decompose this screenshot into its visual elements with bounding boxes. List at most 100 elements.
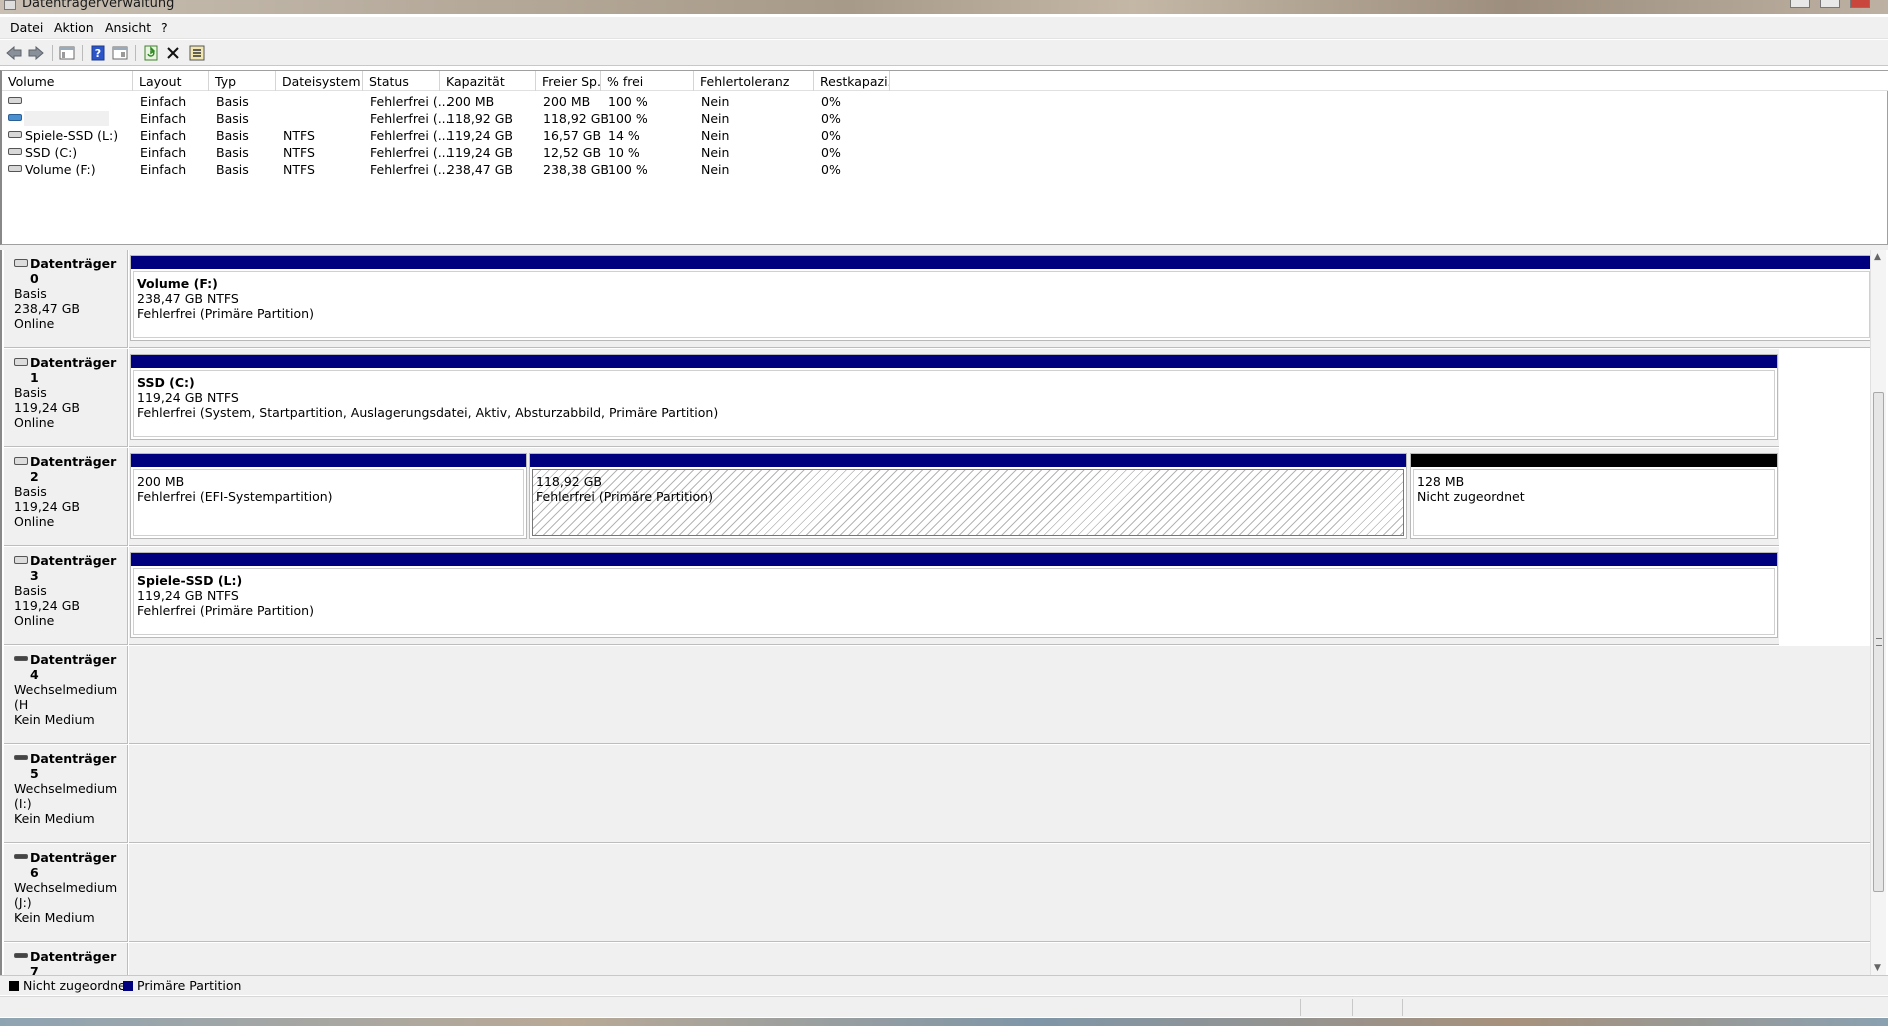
cell-freier-speicher: 200 MB xyxy=(543,94,591,109)
column-header-restkapazitaet[interactable]: Restkapazi... xyxy=(814,71,890,91)
toolbar: ? xyxy=(0,40,1888,66)
partition-block[interactable]: Spiele-SSD (L:) 119,24 GB NTFS Fehlerfre… xyxy=(130,552,1778,638)
scroll-up-icon[interactable]: ▲ xyxy=(1874,252,1881,262)
disk-row[interactable]: Datenträger 6 Wechselmedium (J:) Kein Me… xyxy=(4,844,1874,942)
cell-typ: Basis xyxy=(216,162,249,177)
forward-icon[interactable] xyxy=(27,44,45,62)
scroll-down-icon[interactable]: ▼ xyxy=(1874,963,1881,973)
cell-layout: Einfach xyxy=(140,111,187,126)
disk-info[interactable]: Datenträger 5 Wechselmedium (I:) Kein Me… xyxy=(4,745,128,843)
disk-row[interactable]: Datenträger 7 Wechselmedium (K: xyxy=(4,943,1874,975)
legend-label-primary: Primäre Partition xyxy=(137,978,242,993)
status-separator xyxy=(1300,999,1301,1016)
desktop-background-strip xyxy=(0,1018,1888,1026)
disk-info[interactable]: Datenträger 4 Wechselmedium (H Kein Medi… xyxy=(4,646,128,744)
partition-size: 200 MB xyxy=(137,474,185,489)
volume-row[interactable]: SSD (C:) Einfach Basis NTFS Fehlerfrei (… xyxy=(2,144,902,161)
disk-info[interactable]: Datenträger 0 Basis 238,47 GB Online xyxy=(4,250,128,348)
svg-text:?: ? xyxy=(95,47,101,60)
cell-prozent-frei: 14 % xyxy=(608,128,640,143)
disk-info[interactable]: Datenträger 1 Basis 119,24 GB Online xyxy=(4,349,128,447)
partition-type-bar xyxy=(131,355,1777,368)
cell-layout: Einfach xyxy=(140,94,187,109)
unallocated-block[interactable]: 128 MB Nicht zugeordnet xyxy=(1410,453,1778,539)
cell-status: Fehlerfrei (... xyxy=(370,111,450,126)
scrollbar-grip-icon xyxy=(1876,638,1882,646)
cell-kapazitaet: 200 MB xyxy=(447,94,495,109)
refresh-icon[interactable] xyxy=(142,44,160,62)
help-icon[interactable]: ? xyxy=(89,44,107,62)
disk-partition-map-empty xyxy=(129,844,1874,942)
disk-type: Wechselmedium (H xyxy=(14,682,118,712)
column-header-layout[interactable]: Layout xyxy=(133,71,209,91)
menu-datei[interactable]: Datei xyxy=(10,20,43,35)
disk-state: Online xyxy=(14,415,55,430)
column-header-prozent-frei[interactable]: % frei xyxy=(601,71,694,91)
removable-drive-icon xyxy=(14,854,28,859)
menu-help[interactable]: ? xyxy=(161,20,168,35)
partition-block[interactable]: 200 MB Fehlerfrei (EFI-Systempartition) xyxy=(130,453,527,539)
partition-block-selected[interactable]: 118,92 GB Fehlerfrei (Primäre Partition) xyxy=(529,453,1407,539)
disk-partition-map: SSD (C:) 119,24 GB NTFS Fehlerfrei (Syst… xyxy=(129,349,1779,447)
disk-size: 119,24 GB xyxy=(14,598,80,613)
disk-state: Online xyxy=(14,613,55,628)
disk-type: Basis xyxy=(14,583,47,598)
volume-row[interactable]: Spiele-SSD (L:) Einfach Basis NTFS Fehle… xyxy=(2,127,902,144)
cell-kapazitaet: 118,92 GB xyxy=(447,111,513,126)
disk-row[interactable]: Datenträger 0 Basis 238,47 GB Online Vol… xyxy=(4,250,1874,348)
settings-icon[interactable] xyxy=(188,44,206,62)
disk-map-area: Datenträger 0 Basis 238,47 GB Online Vol… xyxy=(0,250,1888,975)
disk-row[interactable]: Datenträger 5 Wechselmedium (I:) Kein Me… xyxy=(4,745,1874,843)
disk-icon xyxy=(8,131,22,138)
back-icon[interactable] xyxy=(5,44,23,62)
disk-name: Datenträger 2 xyxy=(14,454,127,484)
menu-aktion[interactable]: Aktion xyxy=(54,20,94,35)
partition-type-bar xyxy=(131,256,1872,269)
row-selection-highlight xyxy=(24,111,109,126)
column-header-volume[interactable]: Volume xyxy=(2,71,133,91)
disk-size: 119,24 GB xyxy=(14,400,80,415)
partition-block[interactable]: Volume (F:) 238,47 GB NTFS Fehlerfrei (P… xyxy=(130,255,1873,341)
cell-restkapazitaet: 0% xyxy=(821,111,841,126)
column-header-typ[interactable]: Typ xyxy=(209,71,276,91)
disk-info[interactable]: Datenträger 6 Wechselmedium (J:) Kein Me… xyxy=(4,844,128,942)
minimize-button[interactable] xyxy=(1790,0,1810,8)
partition-frame xyxy=(133,271,1870,338)
column-header-status[interactable]: Status xyxy=(363,71,440,91)
menu-ansicht[interactable]: Ansicht xyxy=(105,20,151,35)
volume-row[interactable]: Einfach Basis Fehlerfrei (... 118,92 GB … xyxy=(2,110,902,127)
console-tree-icon[interactable] xyxy=(58,44,76,62)
cell-restkapazitaet: 0% xyxy=(821,94,841,109)
cell-fehlertoleranz: Nein xyxy=(701,162,730,177)
column-header-freier-speicher[interactable]: Freier Sp... xyxy=(536,71,601,91)
disk-icon xyxy=(8,97,22,104)
disk-row[interactable]: Datenträger 3 Basis 119,24 GB Online Spi… xyxy=(4,547,1874,645)
partition-type-bar xyxy=(131,454,526,467)
properties-icon[interactable] xyxy=(111,44,129,62)
cell-status: Fehlerfrei (... xyxy=(370,94,450,109)
disk-row[interactable]: Datenträger 2 Basis 119,24 GB Online 200… xyxy=(4,448,1874,546)
disk-row[interactable]: Datenträger 1 Basis 119,24 GB Online SSD… xyxy=(4,349,1874,447)
delete-icon[interactable] xyxy=(164,44,182,62)
close-button[interactable] xyxy=(1850,0,1870,8)
disk-info[interactable]: Datenträger 3 Basis 119,24 GB Online xyxy=(4,547,128,645)
column-header-kapazitaet[interactable]: Kapazität xyxy=(440,71,536,91)
vertical-scrollbar[interactable]: ▲ ▼ xyxy=(1870,250,1886,975)
cell-freier-speicher: 238,38 GB xyxy=(543,162,609,177)
maximize-button[interactable] xyxy=(1820,0,1840,8)
volume-row[interactable]: Volume (F:) Einfach Basis NTFS Fehlerfre… xyxy=(2,161,902,178)
status-separator xyxy=(1352,999,1353,1016)
cell-fehlertoleranz: Nein xyxy=(701,94,730,109)
volume-row[interactable]: Einfach Basis Fehlerfrei (... 200 MB 200… xyxy=(2,93,902,110)
column-header-dateisystem[interactable]: Dateisystem xyxy=(276,71,363,91)
partition-status: Nicht zugeordnet xyxy=(1417,489,1525,504)
cell-kapazitaet: 238,47 GB xyxy=(447,162,513,177)
disk-name: Datenträger 5 xyxy=(14,751,127,781)
partition-block[interactable]: SSD (C:) 119,24 GB NTFS Fehlerfrei (Syst… xyxy=(130,354,1778,440)
disk-info[interactable]: Datenträger 7 Wechselmedium (K: xyxy=(4,943,128,975)
disk-partition-map-empty xyxy=(129,943,1874,975)
disk-info[interactable]: Datenträger 2 Basis 119,24 GB Online xyxy=(4,448,128,546)
column-header-fehlertoleranz[interactable]: Fehlertoleranz xyxy=(694,71,814,91)
disk-row[interactable]: Datenträger 4 Wechselmedium (H Kein Medi… xyxy=(4,646,1874,744)
disk-size: 119,24 GB xyxy=(14,499,80,514)
